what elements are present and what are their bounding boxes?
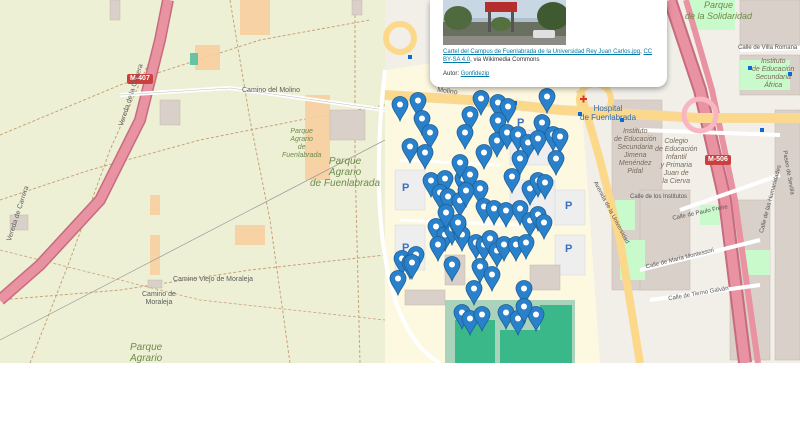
parking-icon: P xyxy=(565,243,573,255)
map-marker-icon[interactable] xyxy=(535,214,553,240)
popup-caption: Cartel del Campus de Fuenlabrada de la U… xyxy=(443,49,653,63)
label-parque-agrario-fuenlabrada: Parque Agrario de Fuenlabrada xyxy=(310,156,381,189)
via-text: , via Wikimedia Commons xyxy=(470,57,540,63)
map-marker-icon[interactable] xyxy=(538,88,556,114)
map-marker-icon[interactable] xyxy=(465,280,483,306)
author-link[interactable]: Gonfidezip xyxy=(461,71,490,77)
popup-photo[interactable] xyxy=(443,0,566,45)
map-marker-icon[interactable] xyxy=(511,150,529,176)
map-marker-icon[interactable] xyxy=(456,124,474,150)
map-marker-icon[interactable] xyxy=(391,96,409,122)
map-marker-icon[interactable] xyxy=(416,144,434,170)
parking-icon: P xyxy=(565,200,573,212)
label-camino-moraleja: Camino de Moraleja xyxy=(142,291,176,306)
map-marker-icon[interactable] xyxy=(547,150,565,176)
author-label: Autor: xyxy=(443,71,460,77)
label-parque-agrario-small: Parque Agrario de Fuenlabrada xyxy=(282,128,322,159)
map-marker-icon[interactable] xyxy=(437,204,455,230)
label-camino-viejo-moraleja: Camino Viejo de Moraleja xyxy=(173,276,254,283)
label-camino-molino: Camino del Molino xyxy=(242,87,300,94)
label-calle-villa-romana: Calle de Villa Romana xyxy=(738,45,798,51)
road-shield-m506: M-506 xyxy=(705,155,731,165)
map-marker-icon[interactable] xyxy=(457,182,475,208)
map-marker-icon[interactable] xyxy=(443,256,461,282)
label-calle-institutos: Calle de los Institutos xyxy=(630,194,688,200)
label-hospital: Hospital de Fuenlabrada xyxy=(580,104,637,122)
map-view[interactable]: M-407 M-506 Parque Agrario de Fuenlabrad… xyxy=(0,0,800,363)
map-marker-icon[interactable] xyxy=(483,266,501,292)
map-marker-icon[interactable] xyxy=(403,254,421,280)
photo-file-link[interactable]: Cartel del Campus de Fuenlabrada de la U… xyxy=(443,49,640,55)
label-parque-agrario-bottom: Parque Agrario xyxy=(130,342,163,363)
map-marker-icon[interactable] xyxy=(515,298,533,324)
map-marker-icon[interactable] xyxy=(517,234,535,260)
popup-author: Autor: Gonfidezip xyxy=(443,70,489,78)
label-instituto-africa: Instituto de Educación Secundaria África xyxy=(752,58,795,89)
label-colegio-juan-cierva: Colegio de Educación Infantil y Primaria… xyxy=(655,138,698,185)
label-instituto-jimena: Instituto de Educación Secundaria Jimena… xyxy=(614,128,657,175)
info-popup: Cartel del Campus de Fuenlabrada de la U… xyxy=(430,0,667,87)
parking-icon: P xyxy=(402,182,410,194)
map-marker-icon[interactable] xyxy=(451,154,469,180)
label-parque-solidaridad: Parque de la Solidaridad xyxy=(685,0,753,21)
map-marker-icon[interactable] xyxy=(536,174,554,200)
map-marker-icon[interactable] xyxy=(473,306,491,332)
